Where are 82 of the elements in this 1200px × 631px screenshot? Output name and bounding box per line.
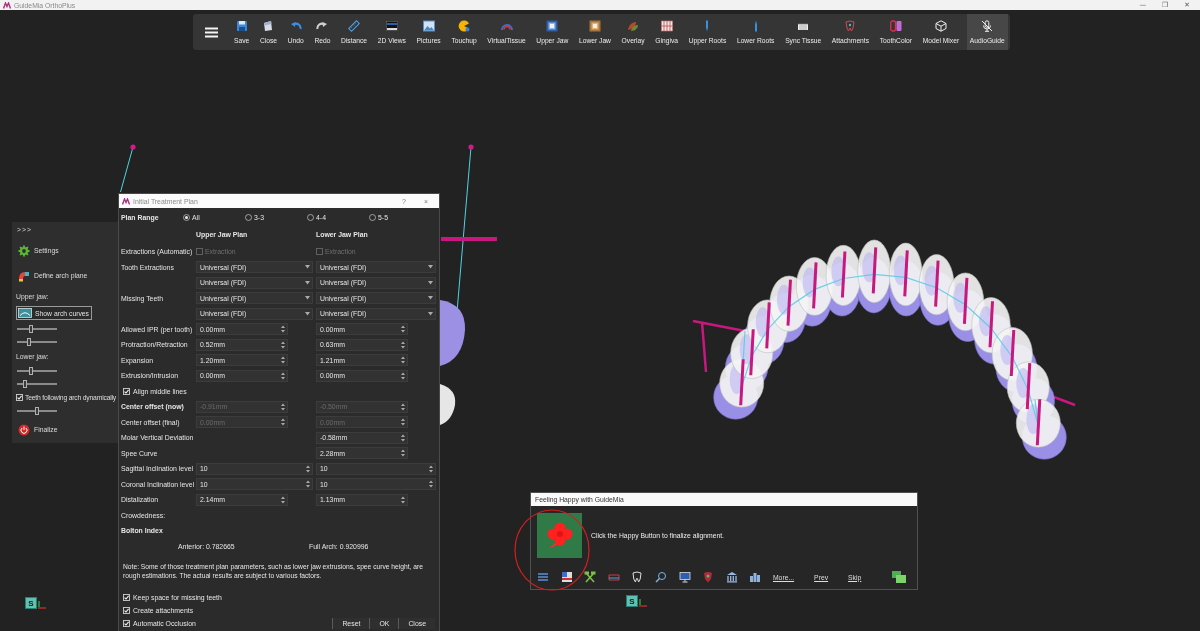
muted-microphone-icon: [981, 20, 994, 32]
color-blocks-icon: [889, 20, 902, 32]
spin-arrows-icon: [306, 480, 310, 489]
slider-track[interactable]: [17, 406, 57, 415]
axis-icon: [38, 601, 46, 609]
flag-icon[interactable]: [560, 571, 573, 583]
power-icon: [18, 423, 30, 436]
spin-arrows-icon: [429, 480, 433, 489]
undo-icon: [289, 20, 302, 32]
slider-thumb[interactable]: [29, 324, 33, 333]
slider-track[interactable]: [17, 366, 57, 375]
image-tile-icon: [546, 20, 559, 32]
radio-button[interactable]: [245, 214, 252, 221]
spin-arrows-icon: [401, 371, 405, 380]
spin-arrows-icon: [401, 340, 405, 349]
guide-line: [120, 144, 136, 193]
spin-arrows-icon: [281, 356, 285, 365]
spin-arrows-icon: [401, 325, 405, 334]
magnifier-icon[interactable]: [654, 571, 667, 583]
stacked-squares-icon[interactable]: [891, 570, 907, 584]
spin-arrows-icon: [401, 495, 405, 504]
tooth-icon[interactable]: [631, 571, 644, 583]
bank-icon[interactable]: [725, 571, 738, 583]
spin-arrows-icon: [401, 356, 405, 365]
tooth-icon: [844, 20, 857, 32]
spin-arrows-icon: [401, 433, 405, 442]
radio-button[interactable]: [369, 214, 376, 221]
tray-icon[interactable]: [607, 571, 620, 583]
spin-arrows-icon: [281, 340, 285, 349]
dropdown-arrow-icon: [428, 280, 433, 285]
spin-arrows-icon: [281, 495, 285, 504]
teeth-grid-icon: [660, 20, 673, 32]
spin-arrows-icon: [281, 418, 285, 427]
slider-thumb[interactable]: [27, 337, 32, 346]
spin-arrows-icon: [306, 464, 310, 473]
app-logo-icon: [3, 1, 11, 9]
app-logo-icon: [122, 197, 130, 205]
leaf-icon: [627, 20, 640, 32]
spin-arrows-icon: [401, 449, 405, 458]
tooth-icon[interactable]: [702, 571, 715, 583]
view-cube[interactable]: S: [25, 597, 37, 609]
radio-button[interactable]: [183, 214, 190, 221]
redo-icon: [316, 20, 329, 32]
spin-arrows-icon: [281, 325, 285, 334]
ruler-icon: [348, 20, 361, 32]
curve-screen-icon: [18, 308, 32, 318]
image-tile-icon: [588, 20, 601, 32]
monitor-icon[interactable]: [678, 571, 691, 583]
cube-icon: [934, 20, 947, 32]
slider-thumb[interactable]: [22, 379, 27, 388]
bar-chart-icon[interactable]: [749, 571, 762, 583]
spin-arrows-icon: [401, 418, 405, 427]
axis-icon: [639, 599, 647, 607]
dropdown-arrow-icon: [305, 311, 310, 316]
tooth-drawing: [440, 384, 456, 425]
dropdown-arrow-icon: [428, 296, 433, 301]
menu-icon: [204, 26, 218, 38]
picture-icon: [422, 20, 435, 32]
marker-bar: [441, 237, 497, 241]
dropdown-arrow-icon: [305, 296, 310, 301]
radio-button[interactable]: [307, 214, 314, 221]
crossed-hammers-icon[interactable]: [584, 571, 597, 583]
spin-arrows-icon: [429, 464, 433, 473]
spin-arrows-icon: [281, 402, 285, 411]
dropdown-arrow-icon: [428, 311, 433, 316]
slider-thumb[interactable]: [34, 406, 39, 415]
view-cube[interactable]: S: [626, 595, 638, 607]
dropdown-arrow-icon: [305, 265, 310, 270]
dropdown-arrow-icon: [305, 280, 310, 285]
gear-icon: [18, 244, 30, 257]
dropdown-arrow-icon: [428, 265, 433, 270]
slider-thumb[interactable]: [29, 366, 33, 375]
slider-track[interactable]: [17, 379, 57, 388]
slider-track[interactable]: [17, 324, 57, 333]
spin-arrows-icon: [401, 402, 405, 411]
lines-icon[interactable]: [537, 571, 549, 583]
monitor-icon: [385, 20, 398, 32]
slider-track[interactable]: [17, 337, 57, 346]
arch-plane-icon: [18, 269, 30, 282]
spin-arrows-icon: [281, 371, 285, 380]
tooth-drawing: [440, 300, 465, 366]
document-icon: [262, 20, 275, 32]
